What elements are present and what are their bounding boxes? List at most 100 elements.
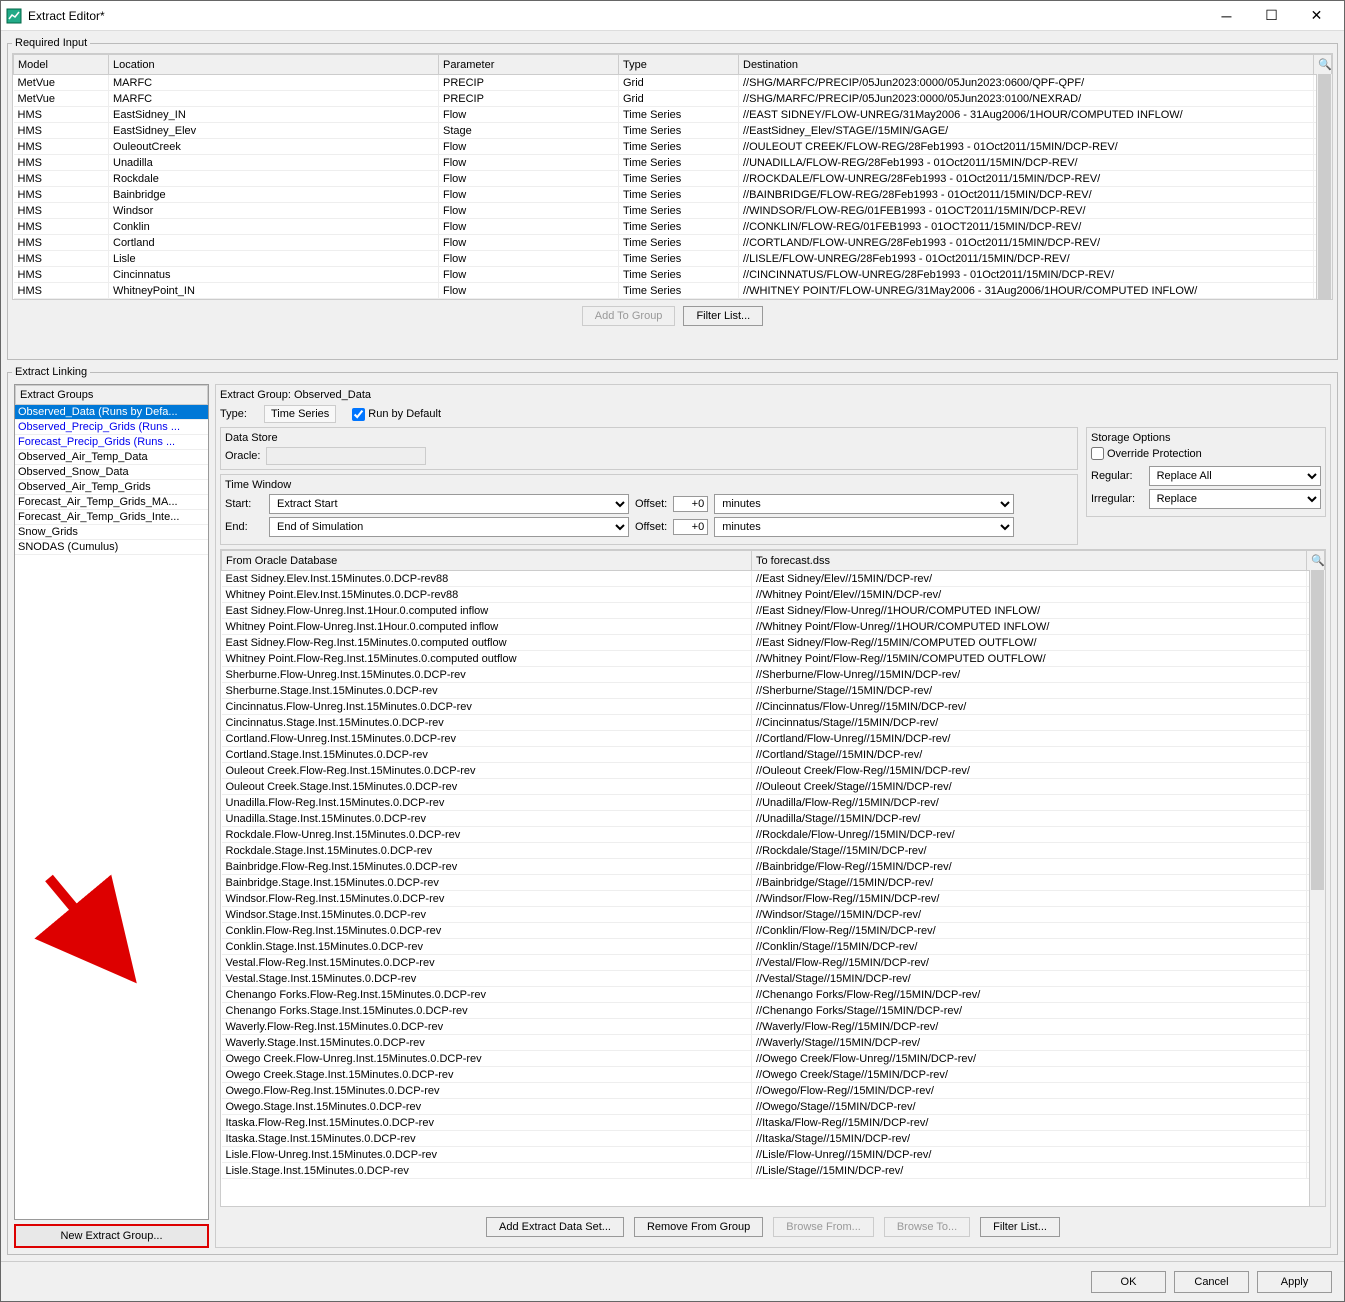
ri-header[interactable]: Parameter xyxy=(439,55,619,75)
table-row[interactable]: Conklin.Flow-Reg.Inst.15Minutes.0.DCP-re… xyxy=(222,923,1325,939)
table-row[interactable]: HMSEastSidney_ElevStageTime Series//East… xyxy=(14,123,1332,139)
remove-from-group-button[interactable]: Remove From Group xyxy=(634,1217,763,1237)
table-row[interactable]: Vestal.Flow-Reg.Inst.15Minutes.0.DCP-rev… xyxy=(222,955,1325,971)
table-row[interactable]: Cincinnatus.Flow-Unreg.Inst.15Minutes.0.… xyxy=(222,699,1325,715)
table-row[interactable]: Ouleout Creek.Flow-Reg.Inst.15Minutes.0.… xyxy=(222,763,1325,779)
required-input-table[interactable]: ModelLocationParameterTypeDestination🔍 M… xyxy=(12,53,1333,300)
table-row[interactable]: Waverly.Stage.Inst.15Minutes.0.DCP-rev//… xyxy=(222,1035,1325,1051)
table-row[interactable]: Owego Creek.Stage.Inst.15Minutes.0.DCP-r… xyxy=(222,1067,1325,1083)
search-icon[interactable]: 🔍 xyxy=(1307,551,1325,571)
db-mapping-table[interactable]: From Oracle Database To forecast.dss 🔍 E… xyxy=(220,549,1326,1207)
table-row[interactable]: Itaska.Flow-Reg.Inst.15Minutes.0.DCP-rev… xyxy=(222,1115,1325,1131)
table-row[interactable]: HMSConklinFlowTime Series//CONKLIN/FLOW-… xyxy=(14,219,1332,235)
table-row[interactable]: Sherburne.Stage.Inst.15Minutes.0.DCP-rev… xyxy=(222,683,1325,699)
start-offset-input[interactable] xyxy=(673,496,708,512)
extract-group-item[interactable]: Observed_Precip_Grids (Runs ... xyxy=(15,420,208,435)
db-scrollbar[interactable] xyxy=(1309,570,1325,1206)
table-row[interactable]: Conklin.Stage.Inst.15Minutes.0.DCP-rev//… xyxy=(222,939,1325,955)
extract-group-item[interactable]: Observed_Snow_Data xyxy=(15,465,208,480)
ri-header[interactable]: Type xyxy=(619,55,739,75)
table-row[interactable]: MetVueMARFCPRECIPGrid//SHG/MARFC/PRECIP/… xyxy=(14,75,1332,91)
ri-header[interactable]: Location xyxy=(109,55,439,75)
run-by-default-checkbox[interactable]: Run by Default xyxy=(352,408,441,421)
extract-group-item[interactable]: Forecast_Air_Temp_Grids_MA... xyxy=(15,495,208,510)
table-row[interactable]: Ouleout Creek.Stage.Inst.15Minutes.0.DCP… xyxy=(222,779,1325,795)
start-unit-select[interactable]: minutes xyxy=(714,494,1014,514)
extract-group-item[interactable]: Forecast_Air_Temp_Grids_Inte... xyxy=(15,510,208,525)
table-row[interactable]: Vestal.Stage.Inst.15Minutes.0.DCP-rev//V… xyxy=(222,971,1325,987)
table-row[interactable]: Cortland.Stage.Inst.15Minutes.0.DCP-rev/… xyxy=(222,747,1325,763)
table-row[interactable]: Sherburne.Flow-Unreg.Inst.15Minutes.0.DC… xyxy=(222,667,1325,683)
table-row[interactable]: Windsor.Stage.Inst.15Minutes.0.DCP-rev//… xyxy=(222,907,1325,923)
ri-header[interactable]: Destination xyxy=(739,55,1314,75)
table-row[interactable]: HMSCortlandFlowTime Series//CORTLAND/FLO… xyxy=(14,235,1332,251)
ri-header[interactable]: Model xyxy=(14,55,109,75)
table-row[interactable]: HMSEastSidney_INFlowTime Series//EAST SI… xyxy=(14,107,1332,123)
close-button[interactable]: ✕ xyxy=(1294,2,1339,30)
extract-group-item[interactable]: SNODAS (Cumulus) xyxy=(15,540,208,555)
extract-groups-list[interactable]: Extract Groups Observed_Data (Runs by De… xyxy=(14,384,209,1220)
extract-group-item[interactable]: Snow_Grids xyxy=(15,525,208,540)
table-row[interactable]: MetVueMARFCPRECIPGrid//SHG/MARFC/PRECIP/… xyxy=(14,91,1332,107)
db-header-to[interactable]: To forecast.dss xyxy=(752,551,1307,571)
table-row[interactable]: Whitney Point.Flow-Reg.Inst.15Minutes.0.… xyxy=(222,651,1325,667)
new-extract-group-button[interactable]: New Extract Group... xyxy=(14,1224,209,1248)
table-row[interactable]: HMSBainbridgeFlowTime Series//BAINBRIDGE… xyxy=(14,187,1332,203)
filter-list-button-2[interactable]: Filter List... xyxy=(980,1217,1060,1237)
table-row[interactable]: Owego.Stage.Inst.15Minutes.0.DCP-rev//Ow… xyxy=(222,1099,1325,1115)
apply-button[interactable]: Apply xyxy=(1257,1271,1332,1293)
table-row[interactable]: Lisle.Flow-Unreg.Inst.15Minutes.0.DCP-re… xyxy=(222,1147,1325,1163)
table-row[interactable]: Whitney Point.Flow-Unreg.Inst.1Hour.0.co… xyxy=(222,619,1325,635)
cancel-button[interactable]: Cancel xyxy=(1174,1271,1249,1293)
table-row[interactable]: Owego Creek.Flow-Unreg.Inst.15Minutes.0.… xyxy=(222,1051,1325,1067)
table-row[interactable]: Bainbridge.Stage.Inst.15Minutes.0.DCP-re… xyxy=(222,875,1325,891)
table-row[interactable]: Cincinnatus.Stage.Inst.15Minutes.0.DCP-r… xyxy=(222,715,1325,731)
table-row[interactable]: HMSRockdaleFlowTime Series//ROCKDALE/FLO… xyxy=(14,171,1332,187)
table-row[interactable]: Windsor.Flow-Reg.Inst.15Minutes.0.DCP-re… xyxy=(222,891,1325,907)
extract-group-item[interactable]: Forecast_Precip_Grids (Runs ... xyxy=(15,435,208,450)
add-extract-data-set-button[interactable]: Add Extract Data Set... xyxy=(486,1217,624,1237)
search-icon[interactable]: 🔍 xyxy=(1314,55,1332,75)
table-row[interactable]: Lisle.Stage.Inst.15Minutes.0.DCP-rev//Li… xyxy=(222,1163,1325,1179)
irregular-select[interactable]: Replace xyxy=(1149,489,1321,509)
run-by-default-input[interactable] xyxy=(352,408,365,421)
override-input[interactable] xyxy=(1091,447,1104,460)
regular-select[interactable]: Replace All xyxy=(1149,466,1321,486)
ok-button[interactable]: OK xyxy=(1091,1271,1166,1293)
end-select[interactable]: End of Simulation xyxy=(269,517,629,537)
override-checkbox[interactable]: Override Protection xyxy=(1091,447,1321,460)
table-row[interactable]: HMSWindsorFlowTime Series//WINDSOR/FLOW-… xyxy=(14,203,1332,219)
table-row[interactable]: Waverly.Flow-Reg.Inst.15Minutes.0.DCP-re… xyxy=(222,1019,1325,1035)
table-row[interactable]: Bainbridge.Flow-Reg.Inst.15Minutes.0.DCP… xyxy=(222,859,1325,875)
browse-to-button[interactable]: Browse To... xyxy=(884,1217,970,1237)
table-row[interactable]: HMSCincinnatusFlowTime Series//CINCINNAT… xyxy=(14,267,1332,283)
table-row[interactable]: Unadilla.Stage.Inst.15Minutes.0.DCP-rev/… xyxy=(222,811,1325,827)
browse-from-button[interactable]: Browse From... xyxy=(773,1217,874,1237)
table-row[interactable]: HMSLisleFlowTime Series//LISLE/FLOW-UNRE… xyxy=(14,251,1332,267)
extract-group-item[interactable]: Observed_Data (Runs by Defa... xyxy=(15,405,208,420)
table-row[interactable]: HMSWhitneyPoint_INFlowTime Series//WHITN… xyxy=(14,283,1332,299)
table-row[interactable]: Owego.Flow-Reg.Inst.15Minutes.0.DCP-rev/… xyxy=(222,1083,1325,1099)
table-row[interactable]: Rockdale.Flow-Unreg.Inst.15Minutes.0.DCP… xyxy=(222,827,1325,843)
table-row[interactable]: HMSUnadillaFlowTime Series//UNADILLA/FLO… xyxy=(14,155,1332,171)
filter-list-button[interactable]: Filter List... xyxy=(683,306,763,326)
maximize-button[interactable]: ☐ xyxy=(1249,2,1294,30)
extract-group-item[interactable]: Observed_Air_Temp_Data xyxy=(15,450,208,465)
table-row[interactable]: Itaska.Stage.Inst.15Minutes.0.DCP-rev//I… xyxy=(222,1131,1325,1147)
db-header-from[interactable]: From Oracle Database xyxy=(222,551,752,571)
table-row[interactable]: Rockdale.Stage.Inst.15Minutes.0.DCP-rev/… xyxy=(222,843,1325,859)
table-row[interactable]: Unadilla.Flow-Reg.Inst.15Minutes.0.DCP-r… xyxy=(222,795,1325,811)
table-row[interactable]: Whitney Point.Elev.Inst.15Minutes.0.DCP-… xyxy=(222,587,1325,603)
table-row[interactable]: East Sidney.Flow-Unreg.Inst.1Hour.0.comp… xyxy=(222,603,1325,619)
add-to-group-button[interactable]: Add To Group xyxy=(582,306,676,326)
extract-group-item[interactable]: Observed_Air_Temp_Grids xyxy=(15,480,208,495)
end-unit-select[interactable]: minutes xyxy=(714,517,1014,537)
table-row[interactable]: East Sidney.Flow-Reg.Inst.15Minutes.0.co… xyxy=(222,635,1325,651)
end-offset-input[interactable] xyxy=(673,519,708,535)
table-row[interactable]: HMSOuleoutCreekFlowTime Series//OULEOUT … xyxy=(14,139,1332,155)
minimize-button[interactable]: ─ xyxy=(1204,2,1249,30)
start-select[interactable]: Extract Start xyxy=(269,494,629,514)
table-row[interactable]: East Sidney.Elev.Inst.15Minutes.0.DCP-re… xyxy=(222,571,1325,587)
scrollbar[interactable] xyxy=(1316,74,1332,299)
table-row[interactable]: Chenango Forks.Stage.Inst.15Minutes.0.DC… xyxy=(222,1003,1325,1019)
